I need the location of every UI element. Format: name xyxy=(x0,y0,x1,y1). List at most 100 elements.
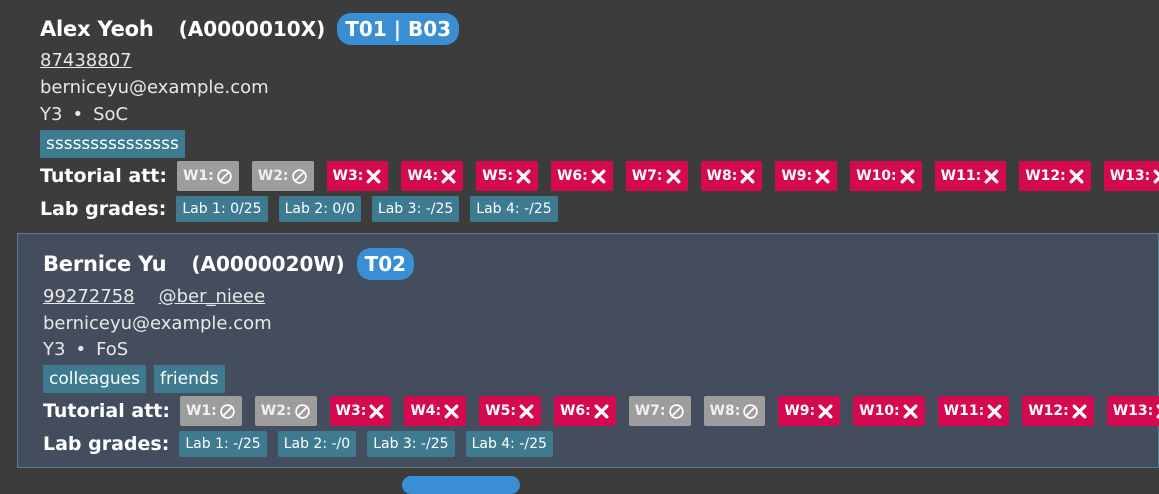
attendance-week-label: W9: xyxy=(781,168,813,184)
close-icon xyxy=(1153,169,1159,183)
attendance-badge: W3: xyxy=(329,396,392,426)
group-badge: T02 xyxy=(356,248,415,280)
attendance-badge: W7: xyxy=(625,161,688,191)
not-applicable-icon xyxy=(217,168,232,184)
tutorial-attendance-row: Tutorial att: W1: W2: W3: W4: W5: W6: W7: W8: W9… xyxy=(40,161,1159,191)
lab-grade-badge: Lab 3: -/25 xyxy=(371,196,460,222)
close-icon xyxy=(1152,168,1159,185)
lab-grade-badge: Lab 4: -/25 xyxy=(465,431,553,457)
tutorial-attendance-row: Tutorial att: W1: W2: W3: W4: W5: W6: W7: W8: W9… xyxy=(43,396,1159,426)
not-applicable-icon xyxy=(219,403,236,420)
close-icon xyxy=(443,403,460,420)
not-applicable-icon xyxy=(668,403,685,420)
attendance-week-label: W3: xyxy=(335,403,367,419)
close-icon xyxy=(1068,168,1085,185)
year-text: Y3 xyxy=(43,339,66,360)
close-icon xyxy=(983,168,1000,185)
not-applicable-icon xyxy=(291,168,308,185)
tutorial-att-label: Tutorial att: xyxy=(43,400,170,422)
attendance-badge: W10: xyxy=(853,396,925,426)
attendance-week-label: W6: xyxy=(559,403,591,419)
email-text: berniceyu@example.com xyxy=(43,313,272,334)
attendance-week-label: W12: xyxy=(1028,403,1069,419)
close-icon xyxy=(1072,404,1087,418)
lab-grade-badge: Lab 1: 0/25 xyxy=(176,196,268,222)
attendance-week-label: W13: xyxy=(1109,168,1151,184)
close-icon xyxy=(900,169,915,183)
lab-grades-row: Lab grades: Lab 1: 0/25 Lab 2: 0/0 Lab 3… xyxy=(40,196,569,222)
not-applicable-icon xyxy=(216,168,233,185)
attendance-badge: W9: xyxy=(778,396,841,426)
close-icon xyxy=(515,168,532,185)
close-icon xyxy=(666,169,680,183)
group-badge: T01 | B03 xyxy=(337,13,460,45)
attendance-badge: W13: xyxy=(1103,161,1159,191)
close-icon xyxy=(590,168,607,185)
close-icon xyxy=(902,403,919,420)
person-card[interactable]: Alex Yeoh (A0000010X) T01 | B03 87438807… xyxy=(0,0,1159,229)
separator-dot: • xyxy=(72,104,84,125)
attendance-week-label: W12: xyxy=(1025,168,1066,184)
attendance-badge: W8: xyxy=(700,161,763,191)
close-icon xyxy=(444,404,459,418)
phone-link[interactable]: 99272758 xyxy=(43,286,135,307)
close-icon xyxy=(987,404,1002,418)
lab-grade-badge: Lab 3: -/25 xyxy=(367,431,455,457)
close-icon xyxy=(519,404,534,418)
not-applicable-icon xyxy=(668,403,684,419)
attendance-badge: W8: xyxy=(703,396,766,426)
person-card-selected[interactable]: Bernice Yu (A0000020W) T02 99272758 @ber… xyxy=(17,233,1159,468)
attendance-week-label: W8: xyxy=(706,168,738,184)
tag: sssssssssssssss xyxy=(40,130,185,158)
attendance-badge: W13: xyxy=(1106,396,1159,426)
close-icon xyxy=(1155,403,1159,420)
tag-list: sssssssssssssss xyxy=(40,130,193,158)
attendance-badge: W6: xyxy=(550,161,613,191)
close-icon xyxy=(814,168,831,185)
person-name: Bernice Yu xyxy=(43,252,167,276)
phone-link[interactable]: 87438807 xyxy=(40,50,132,71)
attendance-week-label: W10: xyxy=(859,403,900,419)
lab-grade-badge: Lab 4: -/25 xyxy=(470,196,558,222)
attendance-badge: W4: xyxy=(401,161,464,191)
tag: friends xyxy=(153,365,225,393)
attendance-week-label: W13: xyxy=(1112,403,1154,419)
not-applicable-icon xyxy=(294,403,310,419)
lab-grade-badge: Lab 2: 0/0 xyxy=(278,196,361,222)
separator-dot: • xyxy=(75,339,87,360)
attendance-list: W1: W2: W3: W4: W5: W6: W7: W8: W9: W10: W11: W12: W… xyxy=(179,396,1159,426)
close-icon xyxy=(369,404,384,418)
tutorial-att-label: Tutorial att: xyxy=(40,165,167,187)
close-icon xyxy=(817,403,834,420)
close-icon xyxy=(516,169,531,183)
lab-grades-row: Lab grades: Lab 1: -/25 Lab 2: -/0 Lab 3… xyxy=(43,431,564,457)
close-icon xyxy=(591,169,606,183)
close-icon xyxy=(665,168,682,185)
attendance-badge: W2: xyxy=(254,396,317,426)
close-icon xyxy=(593,403,610,420)
attendance-week-label: W10: xyxy=(856,168,897,184)
not-applicable-icon xyxy=(743,403,759,419)
attendance-week-label: W1: xyxy=(182,168,214,184)
faculty-text: SoC xyxy=(93,104,129,125)
attendance-badge: W1: xyxy=(179,396,242,426)
attendance-badge: W7: xyxy=(628,396,691,426)
attendance-badge: W3: xyxy=(326,161,389,191)
not-applicable-icon xyxy=(291,168,307,184)
attendance-week-label: W2: xyxy=(260,403,292,419)
attendance-week-label: W4: xyxy=(407,168,439,184)
close-icon xyxy=(818,404,833,418)
year-text: Y3 xyxy=(40,104,63,125)
tag-list: colleagues friends xyxy=(43,365,233,393)
not-applicable-icon xyxy=(742,403,759,420)
telegram-link[interactable]: @ber_nieee xyxy=(159,286,266,307)
close-icon xyxy=(366,169,381,183)
attendance-week-label: W7: xyxy=(631,168,663,184)
close-icon xyxy=(986,403,1003,420)
close-icon xyxy=(899,168,916,185)
attendance-week-label: W9: xyxy=(784,403,816,419)
attendance-badge: W10: xyxy=(850,161,922,191)
close-icon xyxy=(1156,404,1159,418)
attendance-badge: W5: xyxy=(479,396,541,426)
lab-grade-badge: Lab 2: -/0 xyxy=(277,431,357,457)
